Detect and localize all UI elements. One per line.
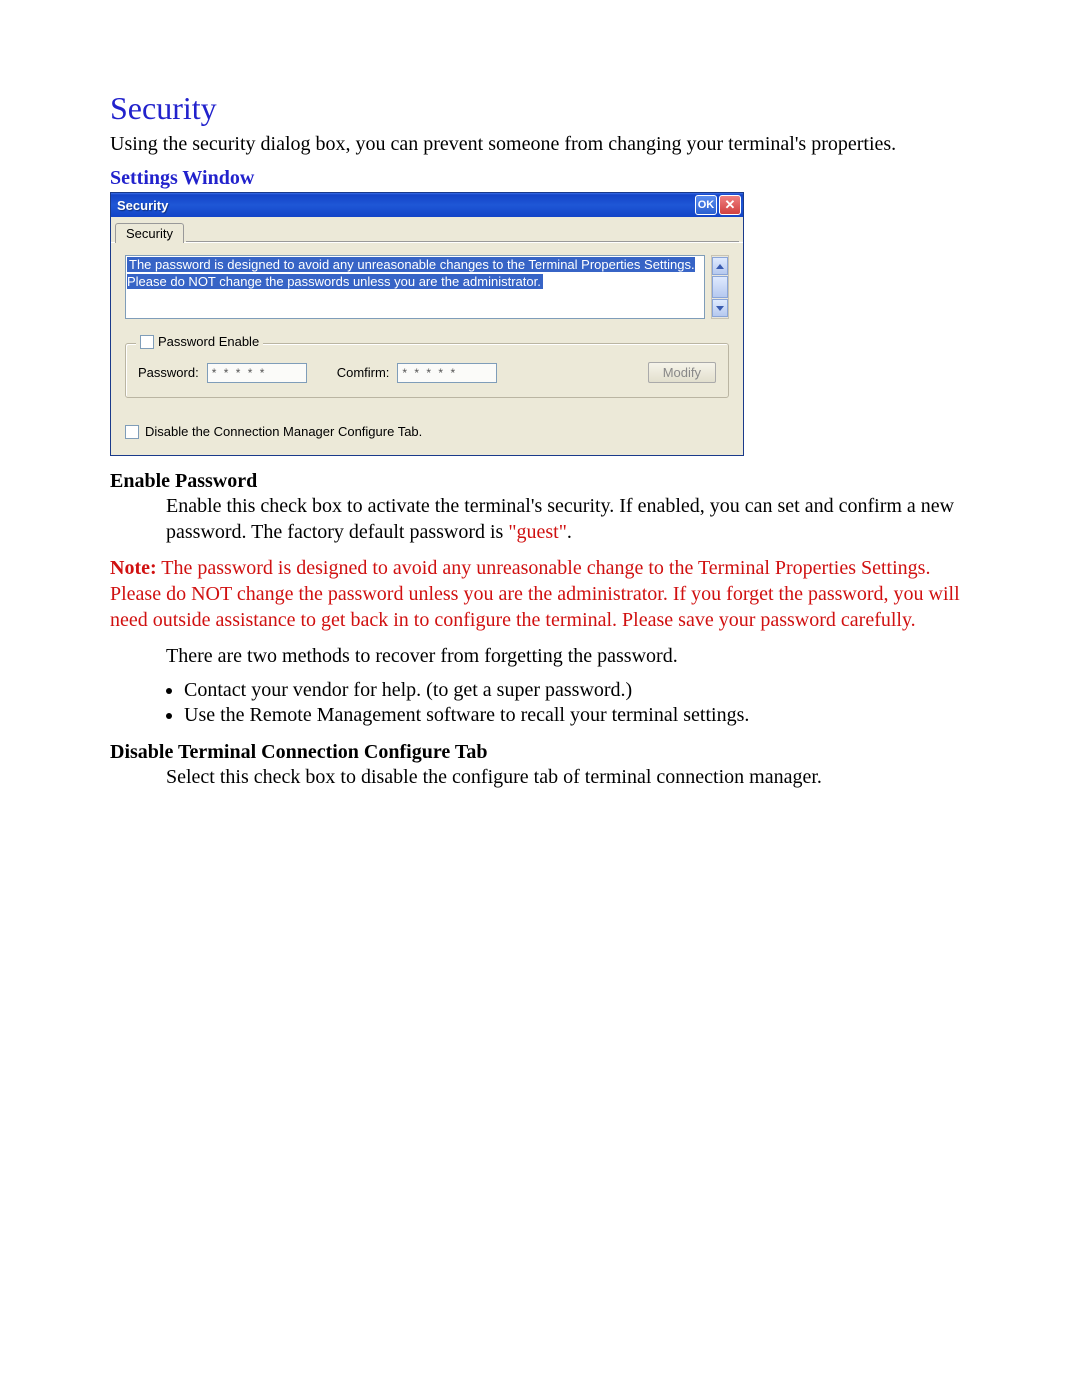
- page-title: Security: [110, 90, 970, 127]
- password-label: Password:: [138, 365, 199, 380]
- chevron-down-icon: [716, 306, 724, 311]
- ok-button[interactable]: OK: [695, 195, 717, 215]
- scroll-up-button[interactable]: [712, 257, 728, 275]
- disable-configure-checkbox[interactable]: [125, 425, 139, 439]
- scroll-thumb[interactable]: [712, 276, 728, 298]
- dialog-body: The password is designed to avoid any un…: [111, 242, 743, 455]
- list-item: Use the Remote Management software to re…: [184, 704, 970, 727]
- disable-tab-text: Select this check box to disable the con…: [166, 764, 970, 790]
- recover-list: Contact your vendor for help. (to get a …: [110, 679, 970, 727]
- password-enable-legend: Password Enable: [136, 334, 263, 349]
- tab-underline: [186, 221, 739, 242]
- title-bar: Security OK ✕: [111, 193, 743, 217]
- enable-password-text: Enable this check box to activate the te…: [166, 493, 970, 545]
- scrollbar[interactable]: [711, 255, 729, 319]
- enable-text-post: .: [567, 521, 572, 543]
- scroll-down-button[interactable]: [712, 299, 728, 317]
- security-dialog: Security OK ✕ Security The password is d…: [110, 192, 744, 456]
- password-groupbox: Password Enable Password: * * * * * Comf…: [125, 343, 729, 398]
- note-body: The password is designed to avoid any un…: [110, 557, 960, 631]
- modify-button[interactable]: Modify: [648, 362, 716, 383]
- password-input[interactable]: * * * * *: [207, 363, 307, 383]
- disable-tab-heading: Disable Terminal Connection Configure Ta…: [110, 741, 970, 764]
- confirm-label: Comfirm:: [337, 365, 390, 380]
- recover-intro: There are two methods to recover from fo…: [166, 643, 970, 669]
- default-password: "guest": [508, 521, 567, 543]
- chevron-up-icon: [716, 264, 724, 269]
- note-paragraph: Note: The password is designed to avoid …: [110, 555, 970, 633]
- window-title: Security: [117, 198, 693, 213]
- list-item: Contact your vendor for help. (to get a …: [184, 679, 970, 702]
- disable-configure-label: Disable the Connection Manager Configure…: [145, 424, 422, 439]
- close-button[interactable]: ✕: [719, 195, 741, 215]
- enable-password-heading: Enable Password: [110, 470, 970, 493]
- note-label: Note:: [110, 557, 157, 579]
- password-enable-label: Password Enable: [158, 334, 259, 349]
- message-box[interactable]: The password is designed to avoid any un…: [125, 255, 705, 319]
- message-text: The password is designed to avoid any un…: [127, 257, 695, 289]
- password-enable-checkbox[interactable]: [140, 335, 154, 349]
- tab-strip: Security: [111, 217, 743, 242]
- intro-text: Using the security dialog box, you can p…: [110, 131, 970, 157]
- confirm-input[interactable]: * * * * *: [397, 363, 497, 383]
- tab-security[interactable]: Security: [115, 223, 184, 243]
- settings-window-subhead: Settings Window: [110, 167, 970, 190]
